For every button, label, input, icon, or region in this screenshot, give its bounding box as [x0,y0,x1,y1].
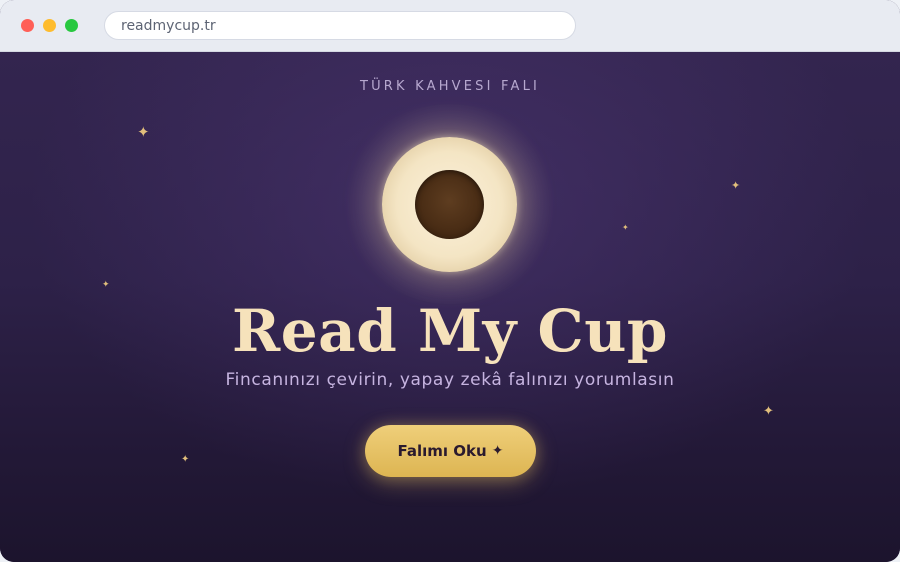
page-subtitle: Fincanınızı çevirin, yapay zekâ falınızı… [225,370,675,390]
page-title: Read My Cup [232,297,668,365]
sparkle-star-icon: ✦ [763,404,774,419]
browser-toolbar: readmycup.tr [0,0,900,52]
close-window-button[interactable] [21,19,34,32]
hero-section: TÜRK KAHVESI FALI Read My Cup Fincanınız… [0,52,900,562]
coffee-surface [415,170,484,239]
read-fortune-button[interactable]: Falımı Oku ✦ [365,425,536,477]
address-bar[interactable]: readmycup.tr [104,11,576,40]
sparkle-star-icon: ✦ [731,179,741,192]
read-fortune-button-label: Falımı Oku [397,442,487,460]
sparkle-star-icon: ✦ [622,223,629,232]
address-bar-url: readmycup.tr [121,17,216,34]
sparkle-star-icon: ✦ [137,123,150,141]
sparkle-star-icon: ✦ [181,454,190,465]
coffee-cup-icon [382,137,517,272]
browser-window: readmycup.tr TÜRK KAHVESI FALI Read My C… [0,0,900,562]
hero-eyebrow: TÜRK KAHVESI FALI [359,79,541,94]
minimize-window-button[interactable] [43,19,56,32]
sparkle-star-icon: ✦ [102,280,110,290]
maximize-window-button[interactable] [65,19,78,32]
sparkle-icon: ✦ [491,443,504,459]
